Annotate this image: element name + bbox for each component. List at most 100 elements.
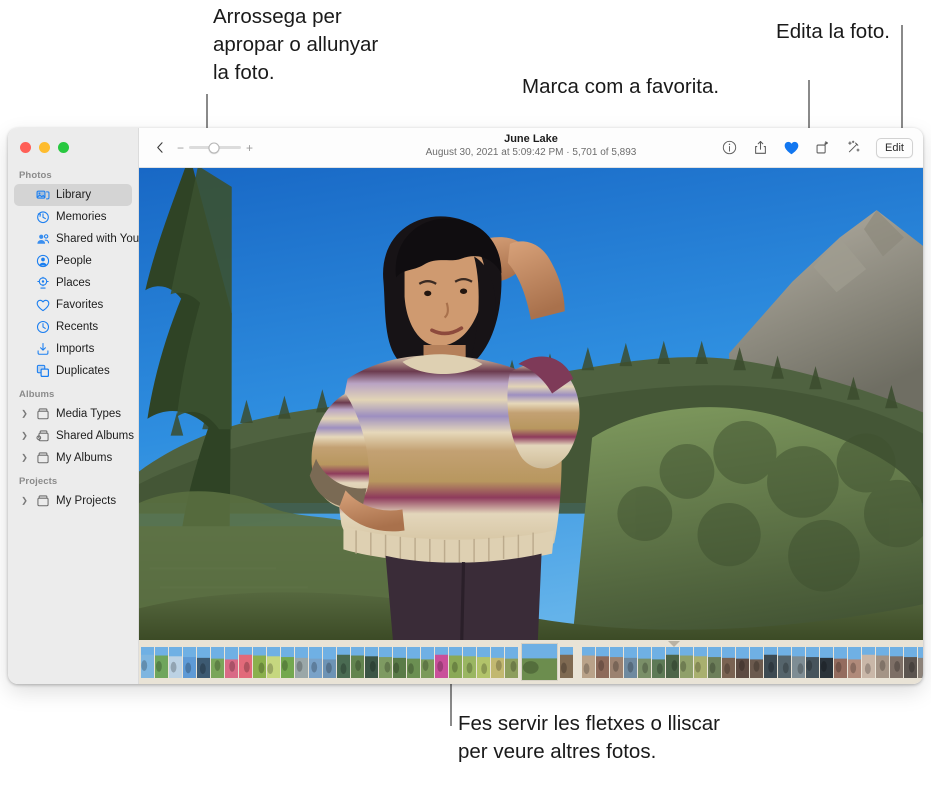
photo-stage[interactable] [139, 168, 923, 640]
filmstrip-thumbnail[interactable] [694, 646, 707, 678]
minimize-button[interactable] [39, 142, 50, 153]
chevron-left-icon[interactable] [153, 139, 167, 157]
filmstrip-thumbnail[interactable] [491, 646, 504, 678]
filmstrip-thumbnail[interactable] [225, 646, 238, 678]
filmstrip-thumbnail[interactable] [365, 646, 378, 678]
filmstrip-thumbnail[interactable] [764, 646, 777, 678]
filmstrip-thumbnail[interactable] [722, 646, 735, 678]
zoom-in-label[interactable]: + [246, 142, 253, 154]
shared-album-icon [35, 429, 50, 444]
sidebar-item-favorites[interactable]: Favorites [14, 294, 132, 316]
sidebar-item-shared-with-you[interactable]: Shared with You [14, 228, 139, 250]
sidebar-item-label: People [56, 255, 92, 267]
filmstrip-thumbnail[interactable] [379, 646, 392, 678]
sidebar-item-label: My Projects [56, 495, 117, 507]
zoom-slider-track[interactable] [189, 142, 241, 153]
sidebar: Photos Library Memories Shared with You Peop… [8, 128, 139, 684]
filmstrip-thumbnail[interactable] [680, 646, 693, 678]
filmstrip-thumbnail[interactable] [407, 646, 420, 678]
filmstrip-current-thumbnail[interactable] [521, 643, 558, 681]
sidebar-section-header: Photos [19, 170, 52, 181]
enhance-icon[interactable] [845, 139, 862, 156]
chevron-right-icon[interactable]: ❯ [20, 410, 29, 418]
filmstrip-thumbnail[interactable] [267, 646, 280, 678]
callout-zoom-leader [206, 94, 208, 128]
zoom-out-label[interactable]: − [177, 142, 184, 154]
filmstrip-thumbnail[interactable] [435, 646, 448, 678]
filmstrip-thumbnail[interactable] [848, 646, 861, 678]
chevron-right-icon[interactable]: ❯ [20, 432, 29, 440]
zoom-slider[interactable]: − + [177, 142, 253, 154]
filmstrip-thumbnail[interactable] [253, 646, 266, 678]
sidebar-item-my-albums[interactable]: ❯ My Albums [14, 447, 132, 469]
filmstrip-thumbnail[interactable] [862, 646, 875, 678]
filmstrip-thumbnail[interactable] [652, 646, 665, 678]
favorite-heart-icon[interactable] [783, 139, 800, 156]
photo-image[interactable] [139, 168, 923, 640]
filmstrip-thumbnail[interactable] [281, 646, 294, 678]
filmstrip-thumbnail[interactable] [309, 646, 322, 678]
filmstrip-thumbnail[interactable] [708, 646, 721, 678]
sidebar-item-library[interactable]: Library [14, 184, 132, 206]
sidebar-item-shared-albums[interactable]: ❯ Shared Albums [14, 425, 134, 447]
sidebar-item-label: Shared with You [56, 233, 140, 245]
filmstrip-thumbnail[interactable] [197, 646, 210, 678]
filmstrip-thumbnail[interactable] [337, 646, 350, 678]
filmstrip-thumbnail[interactable] [393, 646, 406, 678]
filmstrip-thumbnail[interactable] [169, 646, 182, 678]
filmstrip-thumbnail[interactable] [750, 646, 763, 678]
chevron-right-icon[interactable]: ❯ [20, 454, 29, 462]
sidebar-item-label: Duplicates [56, 365, 110, 377]
filmstrip-thumbnail[interactable] [904, 646, 917, 678]
filmstrip-thumbnail[interactable] [421, 646, 434, 678]
filmstrip-thumbnail[interactable] [890, 646, 903, 678]
sidebar-item-duplicates[interactable]: Duplicates [14, 360, 132, 382]
edit-button[interactable]: Edit [876, 137, 913, 158]
filmstrip-thumbnail[interactable] [155, 646, 168, 678]
filmstrip-thumbnail[interactable] [477, 646, 490, 678]
zoom-slider-knob[interactable] [208, 142, 220, 153]
filmstrip-thumbnail[interactable] [638, 646, 651, 678]
filmstrip-thumbnail[interactable] [736, 646, 749, 678]
sidebar-item-recents[interactable]: Recents [14, 316, 132, 338]
filmstrip-thumbnail[interactable] [183, 646, 196, 678]
sidebar-item-my-projects[interactable]: ❯ My Projects [14, 490, 132, 512]
filmstrip-thumbnail[interactable] [351, 646, 364, 678]
current-photo-caret-icon [668, 641, 680, 647]
filmstrip-thumbnail[interactable] [239, 646, 252, 678]
filmstrip-thumbnail[interactable] [820, 646, 833, 678]
filmstrip-thumbnail[interactable] [323, 646, 336, 678]
share-icon[interactable] [752, 139, 769, 156]
filmstrip-thumbnail[interactable] [449, 646, 462, 678]
info-icon[interactable] [721, 139, 738, 156]
filmstrip-thumbnail[interactable] [141, 646, 154, 678]
sidebar-item-places[interactable]: Places [14, 272, 132, 294]
filmstrip-thumbnail[interactable] [211, 646, 224, 678]
sidebar-item-label: Library [56, 189, 92, 201]
sidebar-item-imports[interactable]: Imports [14, 338, 132, 360]
filmstrip-thumbnails[interactable] [141, 640, 923, 684]
filmstrip-thumbnail[interactable] [505, 646, 518, 678]
filmstrip-thumbnail[interactable] [610, 646, 623, 678]
zoom-button[interactable] [58, 142, 69, 153]
filmstrip-thumbnail[interactable] [596, 646, 609, 678]
filmstrip-thumbnail[interactable] [778, 646, 791, 678]
chevron-right-icon[interactable]: ❯ [20, 497, 29, 505]
filmstrip-thumbnail[interactable] [918, 646, 923, 678]
filmstrip-thumbnail[interactable] [876, 646, 889, 678]
filmstrip-thumbnail[interactable] [463, 646, 476, 678]
sidebar-item-media-types[interactable]: ❯ Media Types [14, 403, 132, 425]
filmstrip-thumbnail[interactable] [582, 646, 595, 678]
sidebar-item-people[interactable]: People [14, 250, 132, 272]
filmstrip-thumbnail[interactable] [806, 646, 819, 678]
filmstrip[interactable] [139, 640, 923, 684]
filmstrip-thumbnail[interactable] [666, 646, 679, 678]
filmstrip-thumbnail[interactable] [792, 646, 805, 678]
filmstrip-thumbnail[interactable] [295, 646, 308, 678]
filmstrip-thumbnail[interactable] [834, 646, 847, 678]
rotate-icon[interactable] [814, 139, 831, 156]
sidebar-item-memories[interactable]: Memories [14, 206, 132, 228]
filmstrip-thumbnail[interactable] [624, 646, 637, 678]
filmstrip-thumbnail[interactable] [560, 646, 573, 678]
close-button[interactable] [20, 142, 31, 153]
